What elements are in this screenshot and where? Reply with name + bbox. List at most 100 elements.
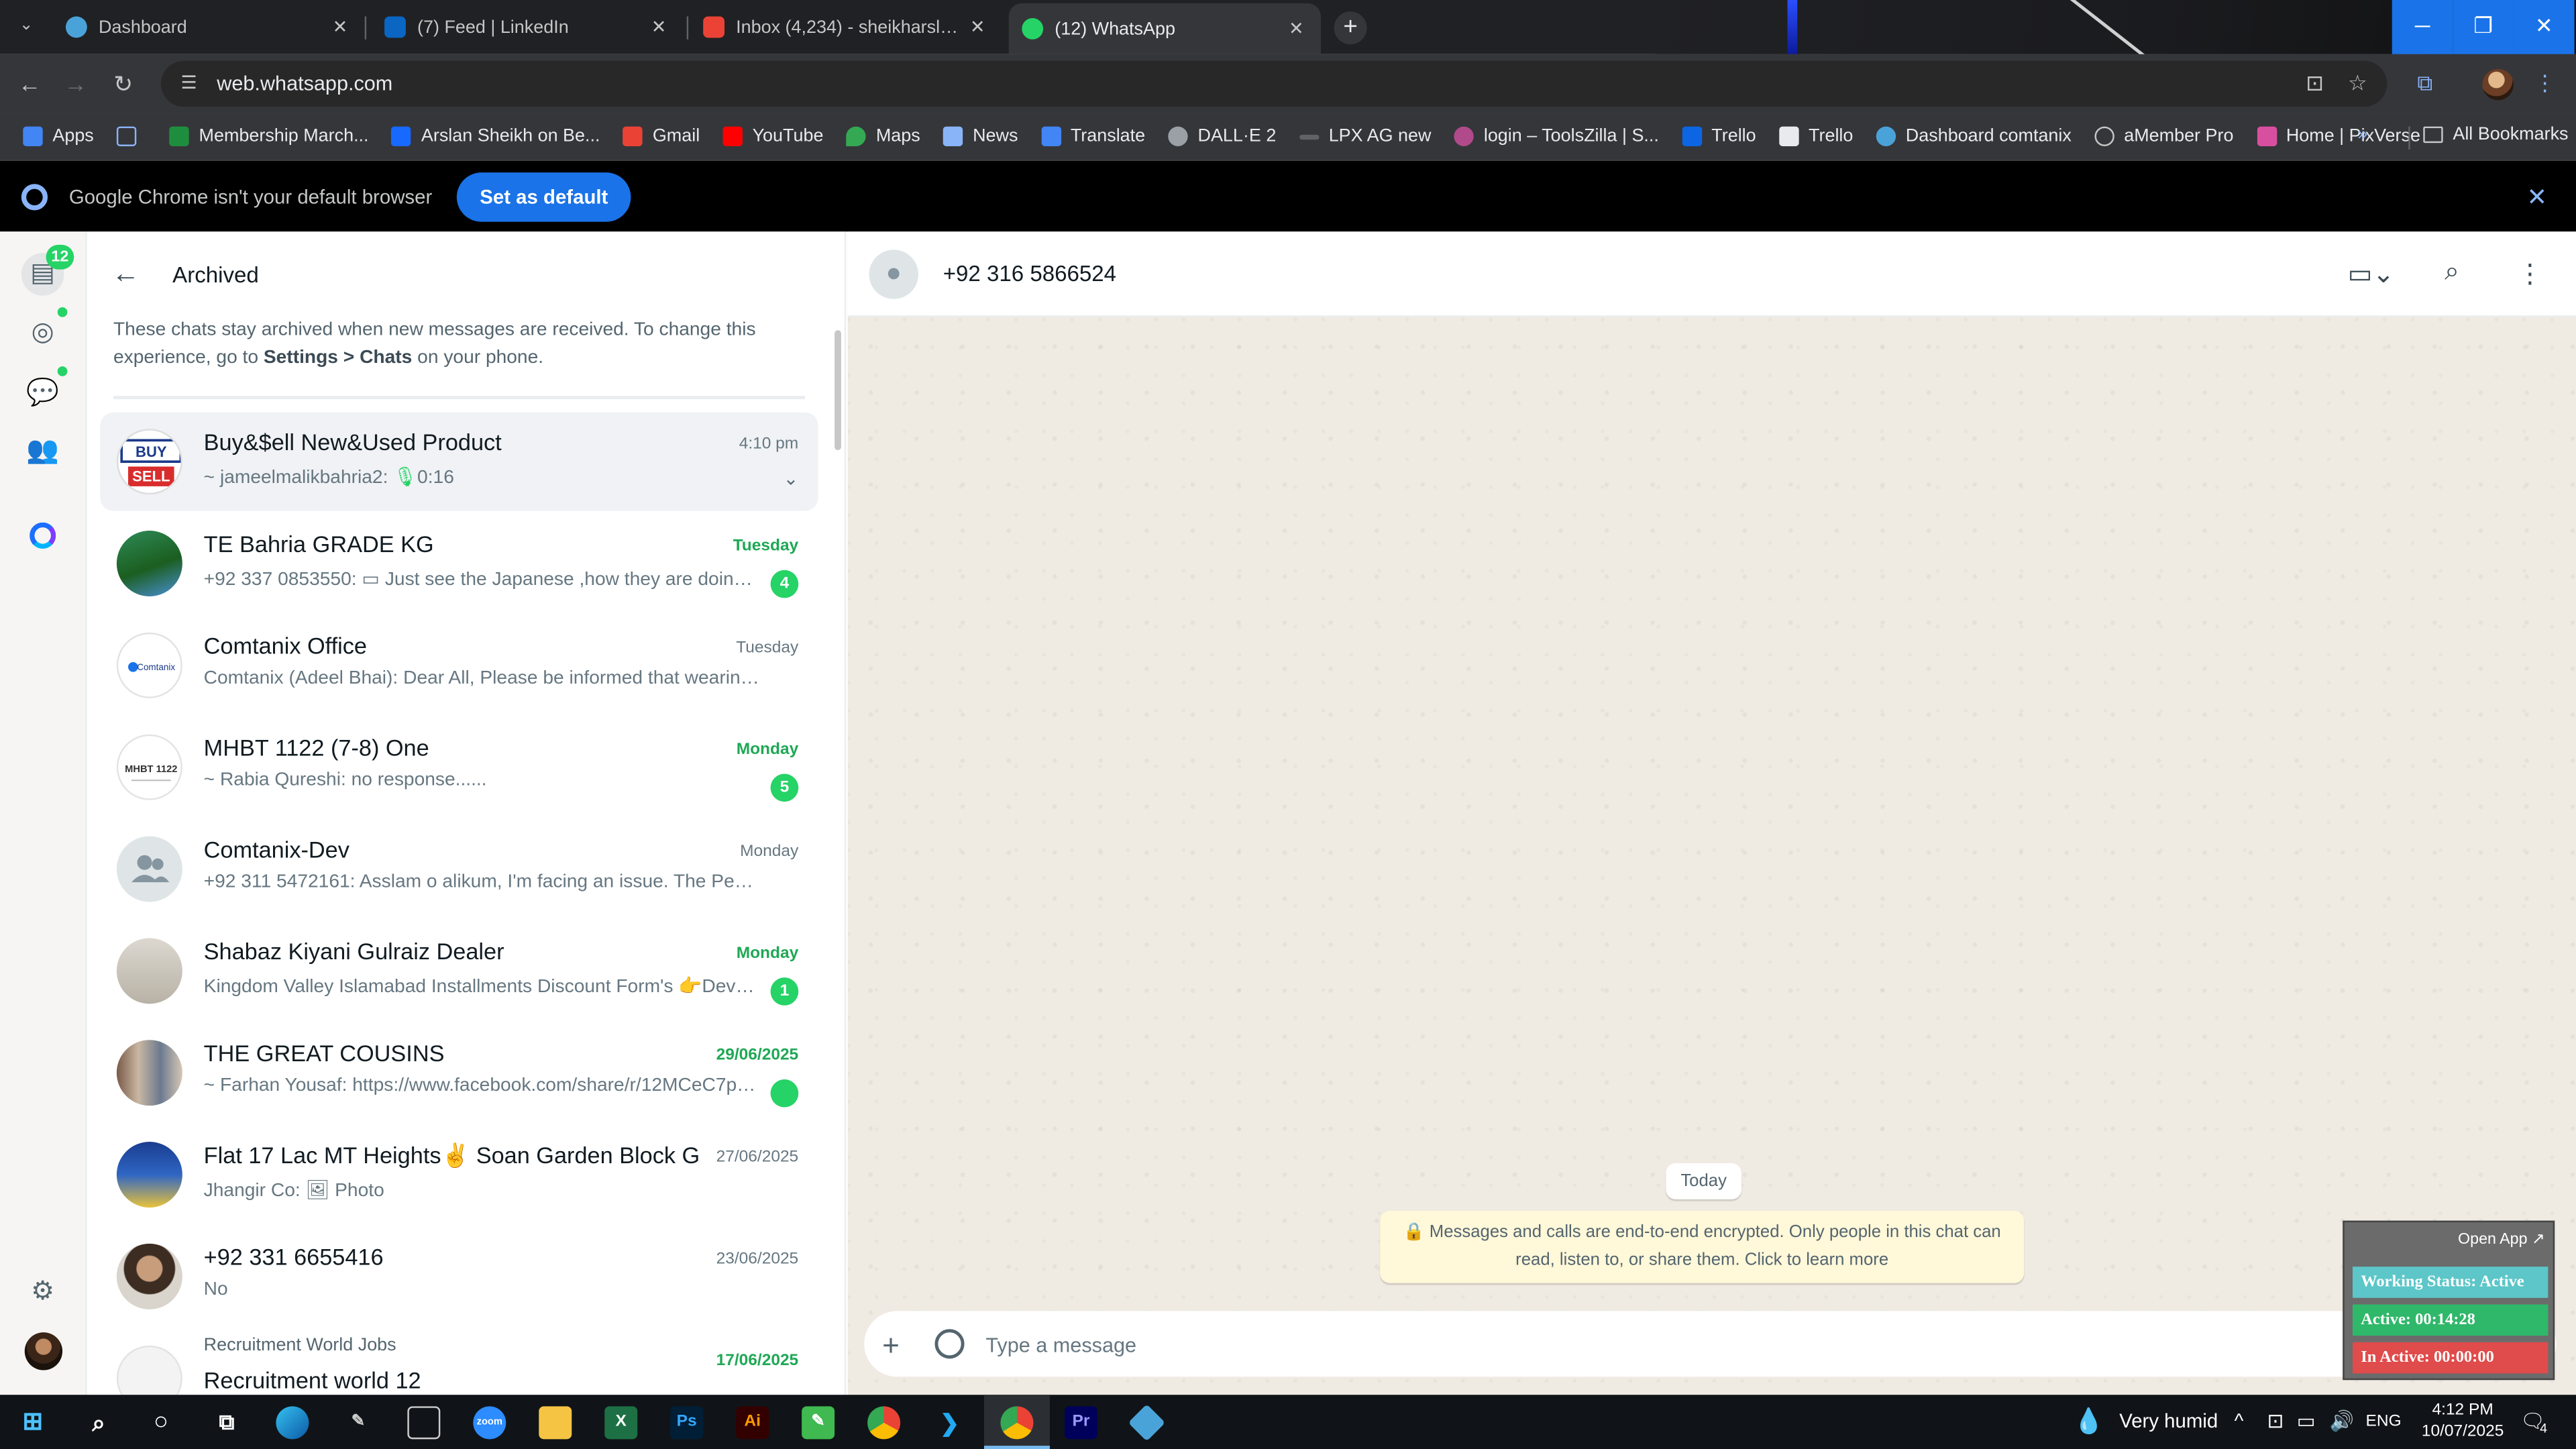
status-icon[interactable]: ◎: [21, 312, 64, 355]
tab-whatsapp[interactable]: (12) WhatsApp ✕: [1008, 3, 1321, 54]
chat-item[interactable]: Flat 17 Lac MT Heights✌️ Soan Garden Blo…: [100, 1126, 818, 1224]
file-explorer-icon[interactable]: [539, 1406, 572, 1440]
chat-item[interactable]: Shabaz Kiyani Gulraiz Dealer Monday King…: [100, 922, 818, 1020]
search-icon[interactable]: ⌕: [82, 1406, 115, 1439]
close-tab-icon[interactable]: ✕: [1285, 17, 1307, 40]
close-tab-icon[interactable]: ✕: [647, 15, 670, 38]
restore-button[interactable]: ❐: [2453, 0, 2514, 54]
set-as-default-button[interactable]: Set as default: [456, 171, 631, 221]
chat-item[interactable]: Comtanix Comtanix Office Tuesday Comtani…: [100, 616, 818, 714]
contact-avatar[interactable]: ●: [869, 250, 918, 299]
bookmark-gmail[interactable]: Gmail: [623, 126, 700, 146]
app-icon[interactable]: ✎: [802, 1406, 835, 1440]
clock[interactable]: 4:12 PM 10/07/2025: [2422, 1400, 2504, 1443]
chrome-icon[interactable]: [867, 1406, 901, 1440]
show-hidden-icons[interactable]: ^: [2235, 1409, 2244, 1432]
menu-kebab-icon[interactable]: ⋮: [2517, 258, 2543, 290]
bookmark-translate[interactable]: Translate: [1040, 126, 1145, 146]
message-input[interactable]: [985, 1326, 2300, 1366]
illustrator-icon[interactable]: Ai: [736, 1406, 769, 1440]
back-arrow-icon[interactable]: ←: [112, 258, 140, 290]
premiere-icon[interactable]: Pr: [1064, 1406, 1097, 1440]
bookmark-star-icon[interactable]: ☆: [2345, 70, 2371, 97]
chat-item[interactable]: THE GREAT COUSINS 29/06/2025 ~ Farhan Yo…: [100, 1024, 818, 1122]
forward-arrow-icon[interactable]: →: [61, 69, 91, 99]
close-tab-icon[interactable]: ✕: [966, 15, 989, 38]
all-bookmarks-button[interactable]: All Bookmarks: [2423, 125, 2569, 145]
zoom-icon[interactable]: zoom: [473, 1406, 506, 1440]
new-tab-button[interactable]: +: [1334, 11, 1367, 45]
minimize-button[interactable]: ─: [2392, 0, 2453, 54]
bookmark-apps[interactable]: Apps: [23, 126, 94, 146]
bookmark-dalle[interactable]: DALL·E 2: [1168, 126, 1276, 146]
more-bookmarks-icon[interactable]: »: [2357, 125, 2367, 144]
bookmark-trello-2[interactable]: Trello: [1778, 126, 1853, 146]
meet-now-icon[interactable]: ⊡: [2267, 1409, 2284, 1432]
browser-menu-icon[interactable]: ⋮: [2532, 70, 2558, 97]
chat-item[interactable]: +92 331 6655416 23/06/2025 No: [100, 1227, 818, 1326]
channels-icon[interactable]: 💬: [21, 373, 64, 416]
tab-linkedin[interactable]: (7) Feed | LinkedIn ✕: [371, 7, 683, 48]
bookmark-dashboard-comtanix[interactable]: Dashboard comtanix: [1876, 126, 2072, 146]
weather-text[interactable]: Very humid: [2119, 1409, 2218, 1432]
search-icon[interactable]: ⌕: [2445, 258, 2459, 287]
chat-item[interactable]: Comtanix-Dev Monday +92 311 5472161: Ass…: [100, 820, 818, 918]
weather-icon[interactable]: 💧: [2074, 1406, 2104, 1436]
profile-avatar[interactable]: [2482, 68, 2514, 101]
bookmark-maps[interactable]: Maps: [846, 126, 920, 146]
chrome-active-icon[interactable]: [1000, 1406, 1034, 1440]
meta-ai-icon[interactable]: [30, 522, 56, 549]
chat-item[interactable]: TE Bahria GRADE KG Tuesday +92 337 08535…: [100, 515, 818, 613]
tab-dashboard[interactable]: Dashboard ✕: [52, 7, 364, 48]
sticker-emoji-icon[interactable]: [934, 1329, 965, 1359]
excel-icon[interactable]: X: [604, 1406, 638, 1440]
tab-search-icon[interactable]: ⌄: [13, 13, 40, 40]
encryption-notice[interactable]: 🔒 Messages and calls are end-to-end encr…: [1380, 1210, 2025, 1283]
bookmark-trello-1[interactable]: Trello: [1682, 126, 1756, 146]
back-arrow-icon[interactable]: ←: [15, 69, 44, 99]
reload-icon[interactable]: ↻: [109, 69, 138, 99]
volume-icon[interactable]: 🔊: [2330, 1409, 2355, 1432]
bookmark-membership[interactable]: Membership March...: [169, 126, 369, 146]
bookmark-grid[interactable]: [117, 126, 146, 146]
bookmark-behance[interactable]: Arslan Sheikh on Be...: [391, 126, 600, 146]
address-bar[interactable]: ☰ web.whatsapp.com: [161, 60, 2387, 107]
install-app-icon[interactable]: ⊡: [2302, 70, 2328, 97]
app-diamond-icon[interactable]: [1128, 1404, 1166, 1442]
bookmark-youtube[interactable]: YouTube: [722, 126, 823, 146]
communities-icon[interactable]: 👥: [21, 431, 64, 474]
network-icon[interactable]: ▭: [2297, 1409, 2316, 1432]
attach-plus-icon[interactable]: +: [882, 1329, 900, 1363]
cortana-icon[interactable]: ○: [145, 1406, 178, 1439]
video-call-icon[interactable]: ▭⌄: [2348, 258, 2395, 290]
open-app-link[interactable]: Open App ↗: [2458, 1230, 2544, 1248]
pixverse-icon: [2256, 126, 2277, 146]
task-view-icon[interactable]: ⧉: [210, 1406, 243, 1439]
photoshop-icon[interactable]: Ps: [670, 1406, 704, 1440]
extensions-icon[interactable]: ⧉: [2412, 70, 2438, 97]
bookmark-pixverse[interactable]: Home | PixVerse: [2256, 126, 2420, 146]
windows-start-icon[interactable]: ⊞: [16, 1406, 49, 1439]
language-indicator[interactable]: ENG: [2366, 1413, 2402, 1431]
bookmark-toolszilla[interactable]: login – ToolsZilla | S...: [1454, 126, 1659, 146]
bookmark-amember[interactable]: aMember Pro: [2094, 126, 2233, 146]
site-info-icon[interactable]: ☰: [177, 72, 200, 95]
banner-close-icon[interactable]: ✕: [2527, 182, 2548, 212]
list-scrollbar[interactable]: [835, 330, 841, 451]
bookmark-lpx[interactable]: LPX AG new: [1299, 127, 1431, 146]
tab-gmail[interactable]: Inbox (4,234) - sheikharsl01@g ✕: [690, 7, 1002, 48]
chat-item[interactable]: MHBT 1122 MHBT 1122 (7-8) One Monday ~ R…: [100, 718, 818, 816]
close-tab-icon[interactable]: ✕: [329, 15, 352, 38]
edge-icon[interactable]: [276, 1406, 309, 1440]
chat-item[interactable]: Recruitment World Jobs Recruitment world…: [100, 1329, 818, 1395]
pen-icon[interactable]: ✎: [341, 1406, 374, 1439]
bookmark-news[interactable]: News: [943, 126, 1018, 146]
profile-avatar[interactable]: [24, 1332, 63, 1371]
chat-item[interactable]: BUY SELL Buy&$ell New&Used Product 4:10 p…: [100, 412, 818, 511]
settings-gear-icon[interactable]: ⚙: [21, 1272, 64, 1315]
conversation-header[interactable]: ● +92 316 5866524 ▭⌄ ⌕ ⋮: [847, 231, 2576, 317]
vscode-icon[interactable]: ❯: [933, 1406, 966, 1439]
window-close-button[interactable]: ✕: [2513, 0, 2575, 54]
chevron-down-icon[interactable]: ⌄: [784, 468, 799, 489]
terminal-icon[interactable]: [407, 1406, 441, 1440]
